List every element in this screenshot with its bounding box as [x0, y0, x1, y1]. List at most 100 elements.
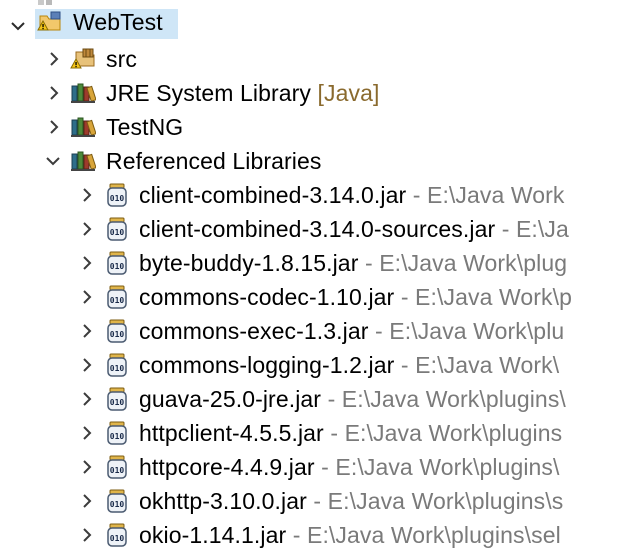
tree-row-testng[interactable]: TestNG: [0, 110, 618, 144]
tree-row-jar[interactable]: 010 guava-25.0-jre.jar - E:\Java Work\plu…: [0, 382, 618, 416]
tree-row-project[interactable]: WebTest: [0, 5, 618, 39]
jar-path: - E:\Java Work\plug: [364, 250, 568, 276]
jar-icon: 010: [107, 353, 127, 377]
tree-row-jar[interactable]: 010 byte-buddy-1.8.15.jar - E:\Java Work\…: [0, 246, 618, 280]
chevron-right-icon[interactable]: [79, 425, 95, 441]
jre-decoration: [Java]: [317, 80, 380, 106]
jar-icon: 010: [107, 523, 127, 547]
jar-icon: 010: [107, 319, 127, 343]
tree-row-jar[interactable]: 010 okhttp-3.10.0.jar - E:\Java Work\plug…: [0, 484, 618, 518]
jar-path: - E:\Java Work\plugins: [330, 420, 563, 446]
jar-name: commons-exec-1.3.jar: [139, 318, 369, 344]
chevron-right-icon[interactable]: [79, 391, 95, 407]
jar-path: - E:\Java Work\plugins\s: [313, 488, 564, 514]
jar-name: client-combined-3.14.0.jar: [139, 182, 407, 208]
svg-text:010: 010: [110, 398, 125, 407]
tree-row-referenced-libraries[interactable]: Referenced Libraries: [0, 144, 618, 178]
chevron-right-icon[interactable]: [46, 51, 62, 67]
chevron-right-icon[interactable]: [79, 527, 95, 543]
jar-label: client-combined-3.14.0.jar - E:\Java Wor…: [139, 182, 565, 208]
jar-icon: 010: [107, 489, 127, 513]
jar-path: - E:\Java Work\plu: [375, 318, 565, 344]
project-folder-warning-icon: [37, 11, 61, 31]
jar-label: okhttp-3.10.0.jar - E:\Java Work\plugins…: [139, 488, 563, 514]
jar-name: commons-logging-1.2.jar: [139, 352, 395, 378]
jar-path: - E:\Java Work\p: [400, 284, 572, 310]
jar-label: client-combined-3.14.0-sources.jar - E:\…: [139, 216, 569, 242]
chevron-right-icon[interactable]: [79, 289, 95, 305]
tree-row-jar[interactable]: 010 httpclient-4.5.5.jar - E:\Java Work\p…: [0, 416, 618, 450]
tree-row-jar[interactable]: 010 commons-logging-1.2.jar - E:\Java Wor…: [0, 348, 618, 382]
jar-icon: 010: [107, 387, 127, 411]
package-folder-warning-icon: [70, 48, 95, 69]
jar-name: okhttp-3.10.0.jar: [139, 488, 307, 514]
svg-text:010: 010: [110, 364, 125, 373]
chevron-right-icon[interactable]: [79, 459, 95, 475]
svg-text:010: 010: [110, 194, 125, 203]
tree-row-jar[interactable]: 010 client-combined-3.14.0-sources.jar - …: [0, 212, 618, 246]
jar-label: httpclient-4.5.5.jar - E:\Java Work\plug…: [139, 420, 562, 446]
jar-name: commons-codec-1.10.jar: [139, 284, 395, 310]
library-icon: [71, 83, 96, 103]
jar-path: - E:\Ja: [501, 216, 569, 242]
jar-label: commons-logging-1.2.jar - E:\Java Work\: [139, 352, 559, 378]
svg-text:010: 010: [110, 296, 125, 305]
jar-path: - E:\Java Work\plugins\sel: [292, 522, 561, 548]
jar-icon: 010: [107, 217, 127, 241]
jar-name: client-combined-3.14.0-sources.jar: [139, 216, 496, 242]
jre-name: JRE System Library: [106, 80, 312, 106]
jar-icon: 010: [107, 285, 127, 309]
testng-label: TestNG: [106, 114, 184, 140]
jar-name: guava-25.0-jre.jar: [139, 386, 322, 412]
svg-text:010: 010: [110, 432, 125, 441]
svg-text:010: 010: [110, 534, 125, 543]
tree-row-jre-system-library[interactable]: JRE System Library [Java]: [0, 76, 618, 110]
chevron-right-icon[interactable]: [79, 357, 95, 373]
jar-name: byte-buddy-1.8.15.jar: [139, 250, 359, 276]
jar-label: byte-buddy-1.8.15.jar - E:\Java Work\plu…: [139, 250, 567, 276]
jar-path: - E:\Java Work\plugins\: [327, 386, 566, 412]
tree-row-jar[interactable]: 010 okio-1.14.1.jar - E:\Java Work\plugin…: [0, 518, 618, 551]
svg-text:010: 010: [110, 228, 125, 237]
jar-label: commons-exec-1.3.jar - E:\Java Work\plu: [139, 318, 564, 344]
chevron-down-icon[interactable]: [10, 18, 26, 34]
jar-name: httpcore-4.4.9.jar: [139, 454, 315, 480]
library-icon: [71, 117, 96, 137]
package-explorer-tree[interactable]: WebTest src JRE System Library [Java] Te…: [0, 0, 618, 551]
chevron-right-icon[interactable]: [79, 493, 95, 509]
library-icon: [71, 151, 96, 171]
tree-row-jar[interactable]: 010 commons-codec-1.10.jar - E:\Java Work…: [0, 280, 618, 314]
jar-label: okio-1.14.1.jar - E:\Java Work\plugins\s…: [139, 522, 561, 548]
jar-icon: 010: [107, 455, 127, 479]
jar-icon: 010: [107, 421, 127, 445]
jar-label: guava-25.0-jre.jar - E:\Java Work\plugin…: [139, 386, 566, 412]
chevron-right-icon[interactable]: [79, 255, 95, 271]
chevron-right-icon[interactable]: [46, 119, 62, 135]
chevron-down-icon[interactable]: [45, 153, 61, 169]
referenced-libraries-label: Referenced Libraries: [106, 148, 322, 174]
svg-text:010: 010: [110, 466, 125, 475]
jar-path: - E:\Java Work\plugins\: [321, 454, 560, 480]
chevron-right-icon[interactable]: [79, 323, 95, 339]
tree-row-jar[interactable]: 010 httpcore-4.4.9.jar - E:\Java Work\plu…: [0, 450, 618, 484]
jar-path: - E:\Java Work\: [400, 352, 560, 378]
jar-label: commons-codec-1.10.jar - E:\Java Work\p: [139, 284, 572, 310]
src-label: src: [106, 46, 137, 72]
svg-text:010: 010: [110, 500, 125, 509]
jar-name: okio-1.14.1.jar: [139, 522, 287, 548]
svg-text:010: 010: [110, 262, 125, 271]
tree-row-jar[interactable]: 010 commons-exec-1.3.jar - E:\Java Work\p…: [0, 314, 618, 348]
chevron-right-icon[interactable]: [46, 85, 62, 101]
tree-row-jar[interactable]: 010 client-combined-3.14.0.jar - E:\Java …: [0, 178, 618, 212]
chevron-right-icon[interactable]: [79, 187, 95, 203]
project-label: WebTest: [73, 9, 163, 35]
jar-label: httpcore-4.4.9.jar - E:\Java Work\plugin…: [139, 454, 560, 480]
chevron-right-icon[interactable]: [79, 221, 95, 237]
svg-text:010: 010: [110, 330, 125, 339]
jar-name: httpclient-4.5.5.jar: [139, 420, 324, 446]
jar-icon: 010: [107, 183, 127, 207]
tree-row-src[interactable]: src: [0, 42, 618, 76]
jar-path: - E:\Java Work: [412, 182, 565, 208]
jre-system-library-label: JRE System Library [Java]: [106, 80, 379, 106]
jar-icon: 010: [107, 251, 127, 275]
